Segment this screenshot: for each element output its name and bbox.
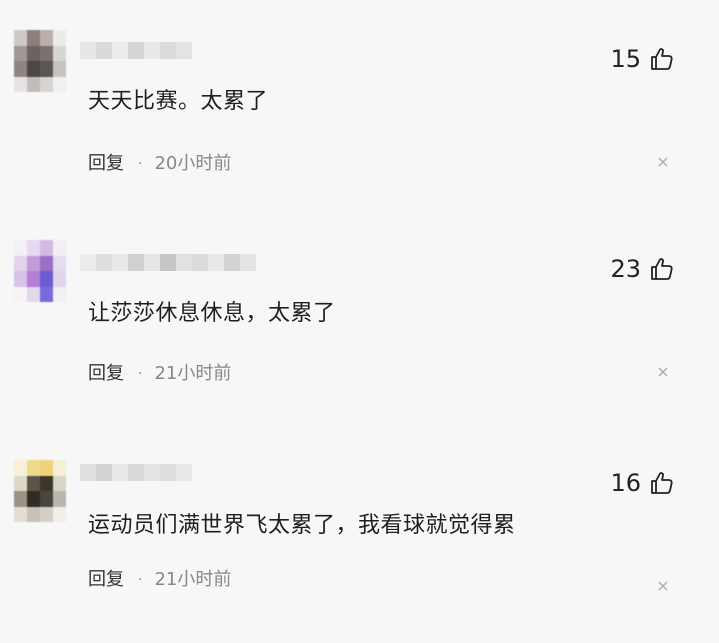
username-blurred[interactable]: [80, 254, 256, 271]
comment-item: 16 运动员们满世界飞太累了，我看球就觉得累 回复 · 21小时前: [0, 454, 719, 643]
like-count: 23: [610, 255, 641, 283]
comment-text: 天天比赛。太累了: [88, 89, 269, 114]
reply-button[interactable]: 回复: [88, 362, 124, 386]
separator: ·: [138, 572, 143, 588]
like-button[interactable]: 15: [610, 44, 675, 74]
thumbs-up-icon: [651, 258, 673, 280]
thumbs-up-icon: [651, 48, 673, 70]
username-blurred[interactable]: [80, 464, 192, 481]
like-count: 16: [610, 469, 641, 497]
timestamp: 20小时前: [154, 153, 232, 174]
like-button[interactable]: 23: [610, 254, 675, 284]
like-count: 15: [610, 45, 641, 73]
separator: ·: [138, 366, 143, 382]
comment-meta: 回复 · 21小时前: [88, 568, 231, 592]
avatar[interactable]: [14, 240, 66, 302]
close-icon[interactable]: [655, 364, 671, 380]
comment-item: 15 天天比赛。太累了 回复 · 20小时前: [0, 30, 719, 242]
separator: ·: [138, 156, 143, 172]
close-icon[interactable]: [655, 154, 671, 170]
timestamp: 21小时前: [154, 569, 232, 590]
like-button[interactable]: 16: [610, 468, 675, 498]
comment-text: 让莎莎休息休息，太累了: [88, 301, 336, 326]
comment-text: 运动员们满世界飞太累了，我看球就觉得累: [88, 513, 516, 538]
comment-item: 23 让莎莎休息休息，太累了 回复 · 21小时前: [0, 240, 719, 452]
avatar[interactable]: [14, 30, 66, 92]
comment-meta: 回复 · 20小时前: [88, 152, 231, 176]
timestamp: 21小时前: [154, 363, 232, 384]
close-icon[interactable]: [655, 578, 671, 594]
avatar[interactable]: [14, 460, 66, 522]
reply-button[interactable]: 回复: [88, 568, 124, 592]
reply-button[interactable]: 回复: [88, 152, 124, 176]
thumbs-up-icon: [651, 472, 673, 494]
username-blurred[interactable]: [80, 42, 192, 59]
comment-meta: 回复 · 21小时前: [88, 362, 231, 386]
